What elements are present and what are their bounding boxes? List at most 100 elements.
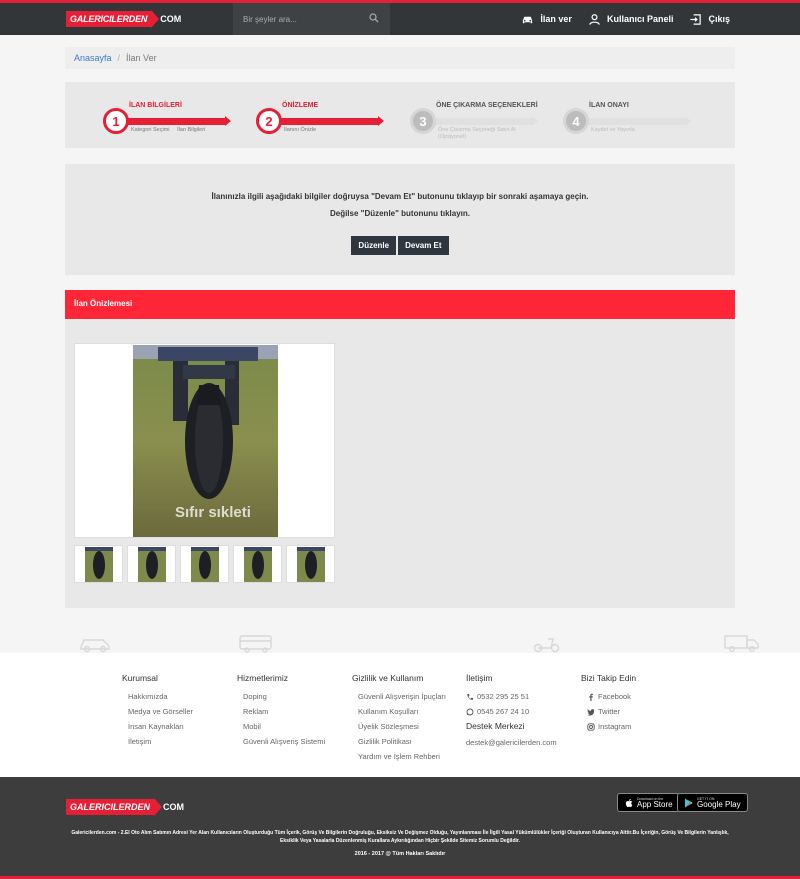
thumbnail[interactable] <box>180 545 229 583</box>
footer-link[interactable]: Hakkımızda <box>128 689 193 704</box>
thumbnail[interactable] <box>286 545 335 583</box>
footer-column-services: Hizmetlerimiz Doping Reklam Mobil Güvenl… <box>237 673 325 749</box>
step-subtitle: Kaydet ve Yayınla <box>591 127 635 133</box>
phone-number: 0532 295 25 51 <box>477 692 530 701</box>
thumbnail[interactable] <box>127 545 176 583</box>
footer-phone-2[interactable]: 0545 267 24 10 <box>466 704 557 719</box>
car-icon <box>523 16 533 23</box>
google-play-icon <box>685 798 693 807</box>
footer-link[interactable]: Güvenli Alışverişin İpuçları <box>358 689 446 704</box>
breadcrumb-separator: / <box>117 53 121 63</box>
site-logo[interactable]: GALERICILERDEN COM <box>66 10 181 28</box>
photo-watermark: Sıfır sıkleti <box>175 504 251 521</box>
step-subtitle: İlanını Önizle <box>284 127 317 133</box>
phone-number: 0545 267 24 10 <box>477 707 530 716</box>
footer-column-title: Bizi Takip Edin <box>581 673 637 683</box>
nav-logout-label: Çıkış <box>708 14 730 24</box>
footer-logo[interactable]: GALERICILERDEN COM <box>66 798 184 816</box>
thumbnail[interactable] <box>74 545 123 583</box>
footer-link[interactable]: Medya ve Görseller <box>128 704 193 719</box>
step-title: İLAN ONAYI <box>589 102 629 109</box>
footer-link[interactable]: İletişim <box>128 734 193 749</box>
google-play-badge[interactable]: GET IT ON Google Play <box>677 793 748 812</box>
footer-link[interactable]: Üyelik Sözleşmesi <box>358 719 446 734</box>
step-bar <box>268 116 384 126</box>
social-instagram[interactable]: Instagram <box>587 719 636 734</box>
step-number: 2 <box>256 108 282 134</box>
support-title: Destek Merkezi <box>466 721 525 731</box>
social-facebook[interactable]: Facebook <box>587 689 636 704</box>
step-subtitle: Kategori Seçimi İlan Bilgileri <box>131 127 206 133</box>
store-name: App Store <box>637 799 673 809</box>
footer-link[interactable]: Mobil <box>243 719 325 734</box>
nav-user-panel[interactable]: Kullanıcı Paneli <box>588 13 674 26</box>
store-name: Google Play <box>697 799 741 809</box>
main-photo[interactable]: Sıfır sıkleti <box>74 343 335 538</box>
footer-link[interactable]: Gizlilik Politikası <box>358 734 446 749</box>
footer-link[interactable]: Yardım ve İşlem Rehberi <box>358 749 446 764</box>
nav-logout[interactable]: Çıkış <box>689 13 730 26</box>
thumbnail[interactable] <box>233 545 282 583</box>
footer-link[interactable]: Güvenli Alışveriş Sistemi <box>243 734 325 749</box>
footer-link[interactable]: Doping <box>243 689 325 704</box>
footer-column-title: İletişim <box>466 673 493 683</box>
logo-arrow <box>151 10 160 28</box>
thumbnail-strip <box>74 545 335 583</box>
step-title: İLAN BİLGİLERİ <box>129 102 182 109</box>
user-icon <box>589 13 600 25</box>
edit-button[interactable]: Düzenle <box>351 236 397 255</box>
logo-suffix: COM <box>160 14 182 24</box>
footer-link[interactable]: Kullanım Koşulları <box>358 704 446 719</box>
step-number: 1 <box>103 108 129 134</box>
nav-post-ad[interactable]: İlan ver <box>521 13 572 26</box>
footer-column-privacy: Gizlilik ve Kullanım Güvenli Alışverişin… <box>352 673 446 764</box>
step-bar <box>575 116 691 126</box>
social-label: Facebook <box>598 692 631 701</box>
edit-hint-text: Değilse "Düzenle" butonunu tıklayın. <box>329 209 471 218</box>
footer-link[interactable]: İnsan Kaynakları <box>128 719 193 734</box>
apple-icon <box>625 798 633 807</box>
confirmation-text: İlanınızla ilgili aşağıdaki bilgiler doğ… <box>211 192 589 201</box>
footer-bottom-bar: GALERICILERDEN COM Download on the App St… <box>0 777 800 879</box>
logo-text: GALERICILERDEN <box>66 799 155 815</box>
step-4: 4 İLAN ONAYI Kaydet ve Yayınla <box>525 82 691 148</box>
step-title: ÖNİZLEME <box>282 102 319 109</box>
step-subtitle: Öne Çıkarma Seçeneği Satın Al (Opsiyonel… <box>438 127 516 140</box>
support-email[interactable]: destek@galericilerden.com <box>466 735 557 750</box>
social-label: Instagram <box>598 722 632 731</box>
step-number: 4 <box>563 108 589 134</box>
app-store-badge[interactable]: Download on the App Store <box>617 793 680 812</box>
logo-suffix: COM <box>163 802 185 812</box>
footer-phone-1[interactable]: 0532 295 25 51 <box>466 689 557 704</box>
footer-column-title: Kurumsal <box>122 673 158 683</box>
step-bar <box>115 116 231 126</box>
search-input[interactable] <box>233 3 390 35</box>
instagram-icon <box>587 722 595 731</box>
step-2: 2 ÖNİZLEME İlanını Önizle <box>218 82 384 148</box>
logo-text: GALERICILERDEN <box>66 11 152 27</box>
progress-steps: 1 İLAN BİLGİLERİ Kategori Seçimi İlan Bi… <box>65 82 735 148</box>
copyright-text: 2016 - 2017 @ Tüm Hakları Saklıdır <box>354 851 446 857</box>
step-1: 1 İLAN BİLGİLERİ Kategori Seçimi İlan Bi… <box>65 82 231 148</box>
phone-icon <box>467 693 473 700</box>
confirmation-box: İlanınızla ilgili aşağıdaki bilgiler doğ… <box>65 164 735 275</box>
nav-post-ad-label: İlan ver <box>540 14 572 24</box>
breadcrumb-home[interactable]: Anasayfa <box>74 53 112 63</box>
step-number: 3 <box>410 108 436 134</box>
site-footer: Kurumsal Hakkımızda Medya ve Görseller İ… <box>0 653 800 777</box>
continue-button[interactable]: Devam Et <box>398 236 449 255</box>
social-twitter[interactable]: Twitter <box>587 704 636 719</box>
breadcrumb-current: İlan Ver <box>126 53 157 63</box>
breadcrumb: Anasayfa / İlan Ver <box>65 47 735 69</box>
site-header: GALERICILERDEN COM İlan ver Kullanıcı Pa… <box>0 3 800 35</box>
action-buttons: Düzenle Devam Et <box>65 236 735 255</box>
logo-arrow <box>154 798 163 816</box>
footer-column-contact: İletişim 0532 295 25 51 0545 267 24 10 D… <box>466 673 557 750</box>
search-icon[interactable] <box>369 13 379 23</box>
footer-column-title: Hizmetlerimiz <box>237 673 288 683</box>
preview-panel: Sıfır sıkleti <box>65 319 735 608</box>
footer-column-corporate: Kurumsal Hakkımızda Medya ve Görseller İ… <box>122 673 193 749</box>
footer-link[interactable]: Reklam <box>243 704 325 719</box>
nav-user-panel-label: Kullanıcı Paneli <box>606 14 674 24</box>
footer-column-title: Gizlilik ve Kullanım <box>352 673 424 683</box>
